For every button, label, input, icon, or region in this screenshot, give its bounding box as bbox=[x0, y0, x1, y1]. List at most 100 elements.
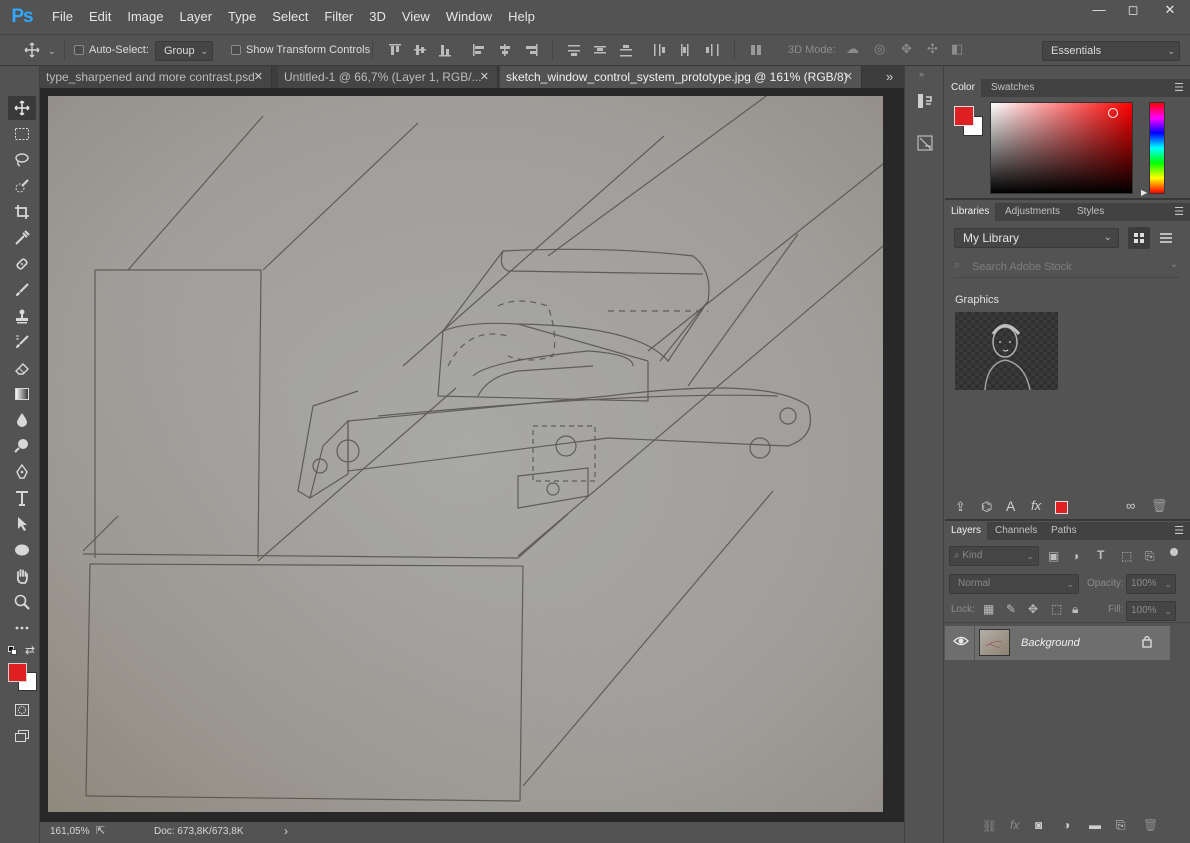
layer-filter-kind[interactable]: ⌕ Kind ⌄ bbox=[949, 546, 1039, 566]
workspace-dropdown[interactable]: Essentials ⌄ bbox=[1042, 41, 1180, 61]
brush-tool-icon[interactable] bbox=[8, 278, 36, 302]
healing-brush-tool-icon[interactable] bbox=[8, 252, 36, 276]
delete-icon[interactable]: 🗑 bbox=[1151, 498, 1168, 514]
tab-layers[interactable]: Layers bbox=[945, 522, 988, 540]
list-view-icon[interactable] bbox=[1155, 227, 1177, 249]
tab-doc-1[interactable]: type_sharpened and more contrast.psd ✕ bbox=[40, 66, 272, 88]
menu-window[interactable]: Window bbox=[438, 0, 500, 34]
delete-layer-icon[interactable]: 🗑 bbox=[1143, 818, 1158, 832]
tab-styles[interactable]: Styles bbox=[1071, 203, 1110, 221]
show-transform-checkbox[interactable] bbox=[231, 45, 241, 55]
3d-pan-icon[interactable]: ✥ bbox=[901, 42, 912, 56]
menu-type[interactable]: Type bbox=[220, 0, 264, 34]
zoom-level[interactable]: 161,05% bbox=[50, 826, 89, 837]
add-layer-style-icon[interactable]: fx bbox=[1031, 498, 1041, 513]
lock-transparent-icon[interactable]: ▦ bbox=[983, 602, 994, 616]
menu-edit[interactable]: Edit bbox=[81, 0, 119, 34]
link-layers-icon[interactable]: ⛓ bbox=[982, 819, 997, 833]
3d-roll-icon[interactable]: ◎ bbox=[874, 42, 885, 56]
menu-select[interactable]: Select bbox=[264, 0, 316, 34]
path-selection-tool-icon[interactable] bbox=[8, 512, 36, 536]
swap-colors-icon[interactable]: ⇄ bbox=[25, 643, 35, 657]
move-tool-icon[interactable] bbox=[8, 96, 36, 120]
add-character-style-icon[interactable]: A bbox=[1006, 498, 1015, 514]
close-tab-icon[interactable]: ✕ bbox=[254, 66, 263, 88]
tab-paths[interactable]: Paths bbox=[1045, 522, 1083, 540]
distribute-hcenter-icon[interactable] bbox=[678, 43, 692, 60]
layer-style-fx-icon[interactable]: fx bbox=[1010, 818, 1019, 832]
tab-doc-2[interactable]: Untitled-1 @ 66,7% (Layer 1, RGB/... ✕ bbox=[278, 66, 498, 88]
tab-libraries[interactable]: Libraries bbox=[945, 203, 996, 221]
align-top-icon[interactable] bbox=[388, 43, 402, 60]
hue-slider-handle[interactable]: ▶ bbox=[1141, 188, 1147, 197]
quick-selection-tool-icon[interactable] bbox=[8, 174, 36, 198]
align-vertical-center-icon[interactable] bbox=[413, 43, 427, 60]
foreground-color-swatch[interactable] bbox=[8, 663, 27, 682]
quick-mask-icon[interactable] bbox=[8, 698, 36, 722]
layer-name[interactable]: Background bbox=[1021, 637, 1080, 649]
auto-select-target-dropdown[interactable]: Group ⌄ bbox=[155, 41, 213, 61]
new-group-icon[interactable]: ▬ bbox=[1089, 818, 1101, 832]
clone-stamp-tool-icon[interactable] bbox=[8, 304, 36, 328]
document-canvas[interactable] bbox=[40, 88, 904, 822]
close-tab-icon[interactable]: ✕ bbox=[844, 66, 853, 88]
creative-cloud-icon[interactable]: ∞ bbox=[1126, 498, 1135, 513]
align-bottom-icon[interactable] bbox=[438, 43, 452, 60]
type-tool-icon[interactable] bbox=[8, 486, 36, 510]
menu-filter[interactable]: Filter bbox=[316, 0, 361, 34]
menu-layer[interactable]: Layer bbox=[172, 0, 221, 34]
filter-smart-object-icon[interactable]: ⎘ bbox=[1145, 549, 1155, 564]
3d-orbit-icon[interactable]: ☁ bbox=[846, 42, 859, 56]
maximize-button[interactable]: ◻ bbox=[1116, 0, 1150, 22]
preset-chevron-down-icon[interactable]: ⌄ bbox=[48, 44, 56, 58]
pen-tool-icon[interactable] bbox=[8, 460, 36, 484]
add-graphic-icon[interactable]: ⌬ bbox=[981, 499, 992, 515]
distribute-vcenter-icon[interactable] bbox=[593, 43, 607, 60]
add-mask-icon[interactable]: ◙ bbox=[1035, 818, 1042, 832]
blend-mode-select[interactable]: Normal ⌄ bbox=[949, 574, 1079, 594]
tab-channels[interactable]: Channels bbox=[989, 522, 1043, 540]
lock-artboard-icon[interactable]: ⬚ bbox=[1051, 602, 1062, 616]
new-layer-icon[interactable]: ⎘ bbox=[1116, 818, 1126, 833]
library-select[interactable]: My Library ⌄ bbox=[954, 228, 1119, 248]
panel-menu-icon[interactable]: ☰ bbox=[1174, 81, 1184, 94]
new-adjustment-layer-icon[interactable]: ◑ bbox=[1063, 818, 1070, 832]
filter-shape-icon[interactable]: ⬚ bbox=[1121, 549, 1132, 563]
auto-select-checkbox[interactable] bbox=[74, 45, 84, 55]
add-color-swatch[interactable] bbox=[1055, 501, 1068, 514]
close-tab-icon[interactable]: ✕ bbox=[480, 66, 489, 88]
filter-adjustment-icon[interactable]: ◑ bbox=[1072, 549, 1079, 563]
marquee-tool-icon[interactable] bbox=[8, 122, 36, 146]
distribute-right-icon[interactable] bbox=[705, 43, 719, 60]
ellipse-tool-icon[interactable] bbox=[8, 538, 36, 562]
panel-menu-icon[interactable]: ☰ bbox=[1174, 524, 1184, 537]
opacity-input[interactable]: 100% ⌄ bbox=[1126, 574, 1176, 594]
3d-camera-icon[interactable]: ◧ bbox=[951, 42, 963, 56]
share-icon[interactable]: ⇱ bbox=[96, 824, 105, 837]
grid-view-icon[interactable] bbox=[1128, 227, 1150, 249]
more-tools-icon[interactable] bbox=[8, 616, 36, 640]
panel-menu-icon[interactable]: ☰ bbox=[1174, 205, 1184, 218]
properties-panel-icon[interactable] bbox=[916, 134, 934, 155]
visibility-eye-icon[interactable] bbox=[953, 634, 969, 651]
minimize-button[interactable]: — bbox=[1082, 0, 1116, 22]
menu-help[interactable]: Help bbox=[500, 0, 543, 34]
stock-search[interactable]: ⌕ Search Adobe Stock ⌄ bbox=[954, 258, 1180, 278]
upload-icon[interactable]: ⇪ bbox=[955, 499, 966, 515]
menu-image[interactable]: Image bbox=[119, 0, 171, 34]
sketch-photo[interactable] bbox=[48, 96, 883, 812]
dodge-tool-icon[interactable] bbox=[8, 434, 36, 458]
menu-view[interactable]: View bbox=[394, 0, 438, 34]
tab-doc-3[interactable]: sketch_window_control_system_prototype.j… bbox=[500, 66, 862, 88]
blur-tool-icon[interactable] bbox=[8, 408, 36, 432]
menu-3d[interactable]: 3D bbox=[361, 0, 394, 34]
auto-align-icon[interactable] bbox=[749, 43, 763, 60]
tab-color[interactable]: Color bbox=[945, 79, 981, 97]
status-menu-arrow[interactable]: › bbox=[284, 824, 288, 838]
filter-pixel-icon[interactable]: ▣ bbox=[1048, 549, 1059, 563]
panel-fg-swatch[interactable] bbox=[954, 106, 974, 126]
lasso-tool-icon[interactable] bbox=[8, 148, 36, 172]
zoom-tool-icon[interactable] bbox=[8, 590, 36, 614]
hand-tool-icon[interactable] bbox=[8, 564, 36, 588]
menu-file[interactable]: File bbox=[44, 0, 81, 34]
